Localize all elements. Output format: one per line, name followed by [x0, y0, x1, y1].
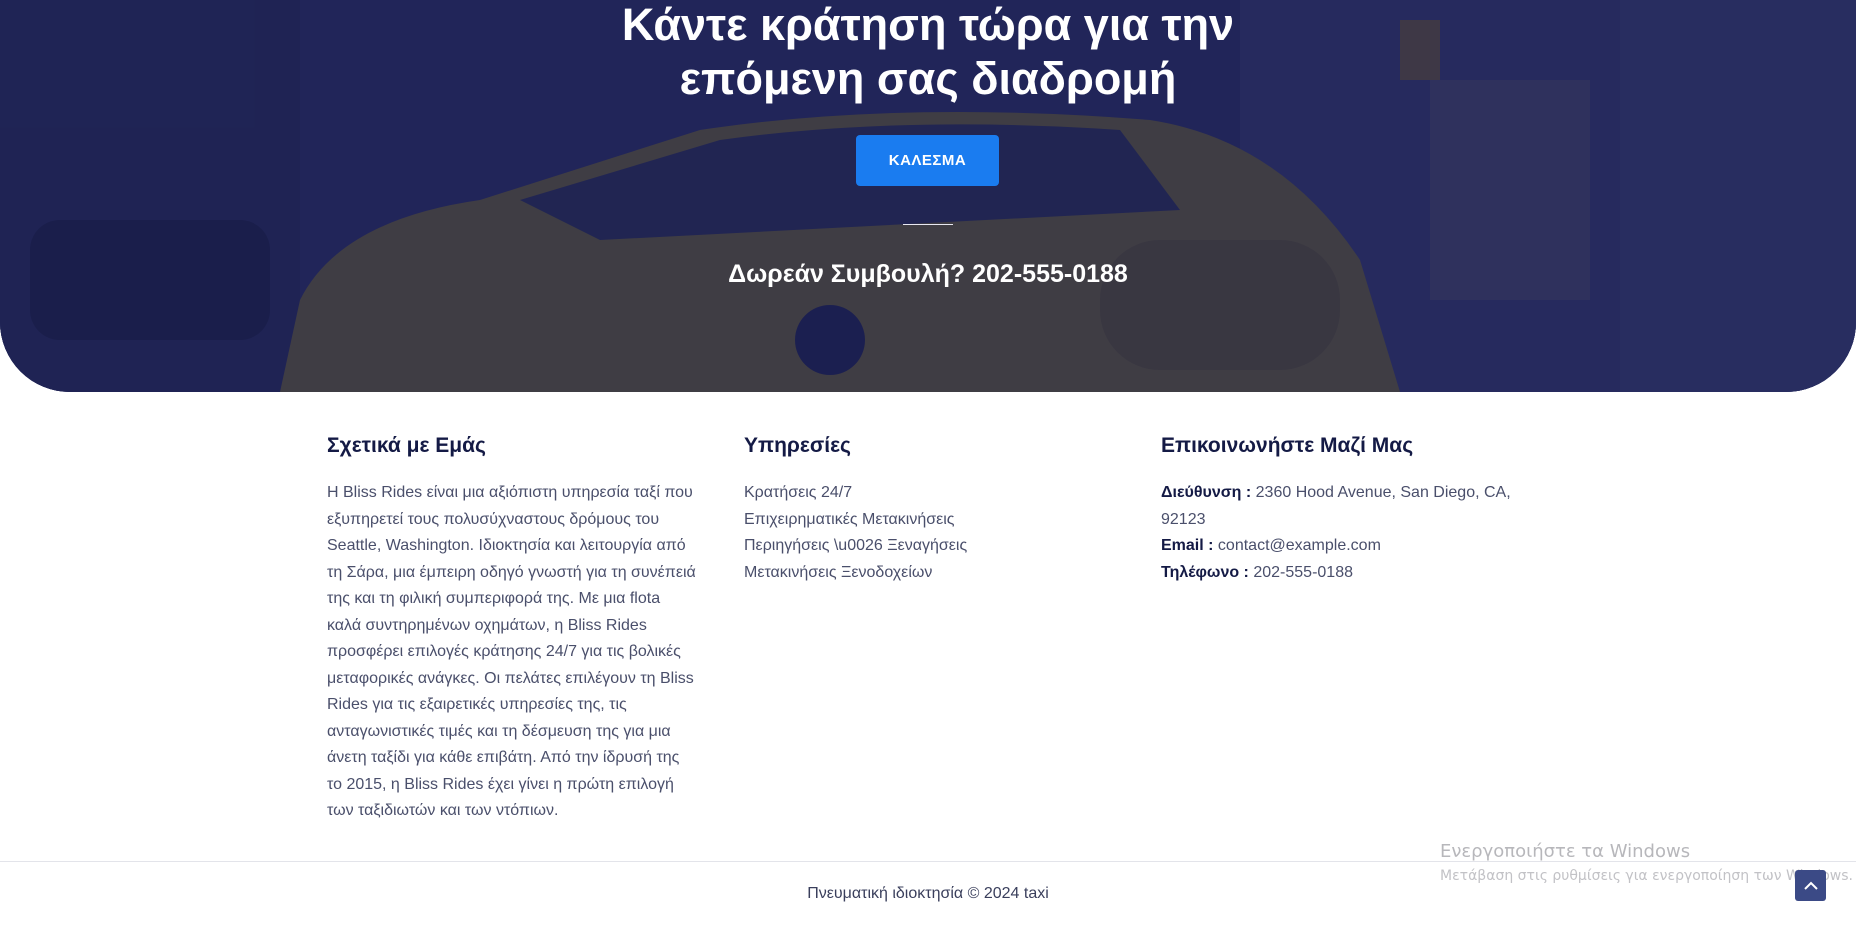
windows-activation-subtitle: Μετάβαση στις ρυθμίσεις για ενεργοποίηση…	[1440, 868, 1853, 884]
services-column: Υπηρεσίες Κρατήσεις 24/7 Επιχειρηματικές…	[744, 432, 1044, 586]
windows-activation-title: Ενεργοποιήστε τα Windows	[1440, 841, 1691, 862]
service-item[interactable]: Μετακινήσεις Ξενοδοχείων	[744, 560, 1044, 587]
chevron-up-icon	[1803, 881, 1818, 890]
email-label: Email :	[1161, 537, 1214, 554]
about-heading: Σχετικά με Εμάς	[327, 434, 486, 457]
free-consultation-text: Δωρεάν Συμβουλή? 202-555-0188	[728, 260, 1128, 288]
service-item[interactable]: Κρατήσεις 24/7	[744, 480, 1044, 507]
hero-title: Κάντε κράτηση τώρα για την επόμενη σας δ…	[621, 0, 1235, 104]
services-heading: Υπηρεσίες	[744, 434, 851, 457]
contact-email: Email : contact@example.com	[1161, 533, 1531, 560]
contact-column: Επικοινωνήστε Μαζί Μας Διεύθυνση : 2360 …	[1161, 432, 1531, 586]
service-item[interactable]: Περιηγήσεις \u0026 Ξεναγήσεις	[744, 533, 1044, 560]
hero-divider	[903, 224, 953, 225]
back-to-top-button[interactable]	[1795, 870, 1826, 901]
contact-address: Διεύθυνση : 2360 Hood Avenue, San Diego,…	[1161, 480, 1531, 533]
service-item[interactable]: Επιχειρηματικές Μετακινήσεις	[744, 507, 1044, 534]
email-value[interactable]: contact@example.com	[1218, 537, 1381, 554]
about-column: Σχετικά με Εμάς Η Bliss Rides είναι μια …	[327, 432, 697, 825]
about-text: Η Bliss Rides είναι μια αξιόπιστη υπηρεσ…	[327, 484, 696, 819]
copyright-text: Πνευματική ιδιοκτησία © 2024 taxi	[807, 885, 1049, 902]
contact-phone: Τηλέφωνο : 202-555-0188	[1161, 560, 1531, 587]
phone-value[interactable]: 202-555-0188	[1253, 564, 1353, 581]
contact-heading: Επικοινωνήστε Μαζί Μας	[1161, 434, 1414, 457]
address-label: Διεύθυνση :	[1161, 484, 1252, 501]
hero-section: Κάντε κράτηση τώρα για την επόμενη σας δ…	[0, 0, 1856, 392]
call-button[interactable]: ΚΑΛΕΣΜΑ	[856, 135, 999, 186]
phone-label: Τηλέφωνο :	[1161, 563, 1249, 581]
services-list: Κρατήσεις 24/7 Επιχειρηματικές Μετακινήσ…	[744, 480, 1044, 586]
